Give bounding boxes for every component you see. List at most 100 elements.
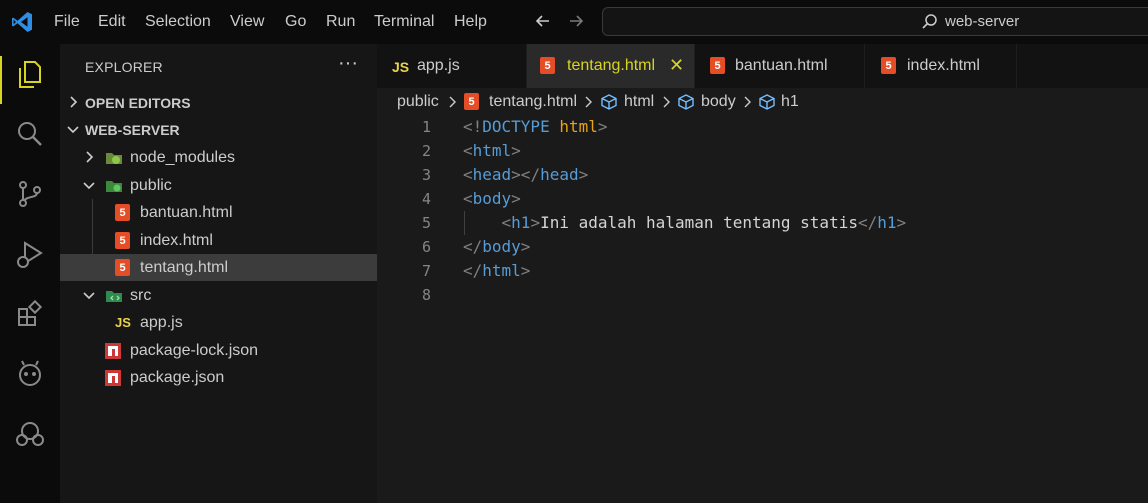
- breadcrumb-item[interactable]: html: [624, 93, 654, 111]
- tab-bantuan-html[interactable]: 5 bantuan.html: [695, 44, 865, 88]
- code-token: <!: [463, 117, 483, 136]
- extensions-icon[interactable]: [14, 298, 46, 330]
- tree-item-app-js[interactable]: JS app.js: [60, 309, 377, 336]
- tree-item-package-json[interactable]: package.json: [60, 364, 377, 391]
- menu-view[interactable]: View: [230, 13, 264, 31]
- source-control-icon[interactable]: [14, 178, 46, 210]
- title-bar: File Edit Selection View Go Run Terminal…: [0, 0, 1148, 44]
- code-token: >: [520, 237, 531, 256]
- command-center-label: web-server: [945, 13, 1020, 30]
- code-line[interactable]: </html>: [463, 261, 530, 280]
- accounts-icon[interactable]: [14, 418, 46, 450]
- code-token: body: [482, 237, 521, 256]
- menu-help[interactable]: Help: [454, 13, 487, 31]
- code-token: body: [472, 189, 512, 208]
- line-number: 7: [421, 262, 431, 280]
- code-token: >: [511, 141, 521, 160]
- code-token: h1: [511, 213, 531, 232]
- tree-item-label: package-lock.json: [130, 342, 259, 359]
- npm-icon: [105, 370, 121, 386]
- arrow-right-icon[interactable]: [566, 11, 586, 31]
- tab-app-js[interactable]: JS app.js: [377, 44, 527, 88]
- breadcrumb-item[interactable]: body: [701, 93, 736, 111]
- code-token: <: [463, 189, 473, 208]
- code-line[interactable]: </body>: [463, 237, 530, 256]
- code-token: <: [463, 141, 473, 160]
- code-line[interactable]: <html>: [463, 141, 521, 160]
- chevron-down-icon: [83, 182, 95, 190]
- code-editor[interactable]: 12345678 <!DOCTYPE html> <html> <head></he…: [377, 116, 1148, 503]
- line-number: 5: [421, 214, 431, 232]
- breadcrumb-item[interactable]: h1: [781, 93, 799, 111]
- code-token: head: [472, 165, 512, 184]
- chevron-down-icon: [83, 292, 95, 300]
- code-token: >: [578, 165, 589, 184]
- section-workspace[interactable]: WEB-SERVER: [60, 116, 377, 143]
- menu-file[interactable]: File: [54, 13, 80, 31]
- section-open-editors[interactable]: OPEN EDITORS: [60, 89, 377, 116]
- more-actions-icon[interactable]: ···: [338, 52, 358, 75]
- code-token: <: [501, 213, 512, 232]
- tree-item-index-html[interactable]: 5 index.html: [60, 227, 377, 254]
- breadcrumb-item[interactable]: public: [397, 93, 439, 111]
- tree-item-label: bantuan.html: [140, 204, 233, 221]
- close-icon[interactable]: ✕: [669, 55, 684, 76]
- tree-item-package-lock-json[interactable]: package-lock.json: [60, 337, 377, 364]
- tree-item-src[interactable]: src: [60, 282, 377, 309]
- menu-edit[interactable]: Edit: [98, 13, 126, 31]
- tree-item-label: public: [130, 177, 172, 194]
- html5-icon: 5: [115, 232, 130, 249]
- tree-item-label: index.html: [140, 232, 213, 249]
- javascript-icon: JS: [392, 59, 410, 75]
- tree-item-node-modules[interactable]: node_modules: [60, 144, 377, 171]
- code-token: DOCTYPE: [482, 117, 560, 136]
- arrow-left-icon[interactable]: [533, 11, 553, 31]
- line-number: 3: [421, 166, 431, 184]
- code-token: </: [857, 213, 878, 232]
- code-token: head: [540, 165, 579, 184]
- code-token: html: [472, 141, 512, 160]
- chevron-down-icon: [67, 126, 79, 134]
- line-number: 8: [421, 286, 431, 304]
- tree-item-public[interactable]: public: [60, 172, 377, 199]
- code-token: h1: [877, 213, 897, 232]
- code-line[interactable]: <h1>Ini adalah halaman tentang statis</h…: [463, 213, 907, 232]
- tab-label: bantuan.html: [735, 57, 828, 74]
- code-line[interactable]: <body>: [463, 189, 521, 208]
- menu-terminal[interactable]: Terminal: [374, 13, 434, 31]
- html5-icon: 5: [115, 259, 130, 276]
- tree-item-label: src: [130, 287, 152, 304]
- symbol-element-icon: [601, 94, 617, 110]
- run-debug-icon[interactable]: [14, 238, 46, 270]
- editor-tab-bar: JS app.js 5 tentang.html ✕ 5 bantuan.htm…: [377, 44, 1148, 88]
- line-number: 1: [421, 118, 431, 136]
- search-icon[interactable]: [14, 118, 46, 150]
- menu-selection[interactable]: Selection: [145, 13, 211, 31]
- html5-icon: 5: [710, 57, 725, 74]
- breadcrumb-item[interactable]: tentang.html: [489, 93, 577, 111]
- tree-item-tentang-html[interactable]: 5 tentang.html: [60, 254, 377, 281]
- activity-bar: [0, 44, 60, 503]
- tab-index-html[interactable]: 5 index.html: [865, 44, 1017, 88]
- code-token: </: [463, 261, 483, 280]
- src-folder-icon: [106, 291, 122, 302]
- explorer-title: EXPLORER: [85, 59, 163, 75]
- symbol-element-icon: [678, 94, 694, 110]
- line-number: 6: [421, 238, 431, 256]
- menu-run[interactable]: Run: [326, 13, 355, 31]
- javascript-icon: JS: [115, 315, 131, 330]
- explorer-icon[interactable]: [14, 58, 46, 90]
- code-token: html: [559, 117, 598, 136]
- menu-go[interactable]: Go: [285, 13, 306, 31]
- code-token: ></: [511, 165, 541, 184]
- code-token: Ini adalah halaman tentang statis: [540, 213, 858, 232]
- chevron-right-icon: [744, 96, 751, 108]
- public-folder-icon: [106, 181, 122, 192]
- code-line[interactable]: <head></head>: [463, 165, 588, 184]
- tab-tentang-html[interactable]: 5 tentang.html ✕: [527, 44, 695, 88]
- command-center-search[interactable]: web-server: [602, 7, 1148, 36]
- tree-item-bantuan-html[interactable]: 5 bantuan.html: [60, 199, 377, 226]
- remote-icon[interactable]: [14, 358, 46, 390]
- code-line[interactable]: <!DOCTYPE html>: [463, 117, 608, 136]
- chevron-right-icon: [663, 96, 670, 108]
